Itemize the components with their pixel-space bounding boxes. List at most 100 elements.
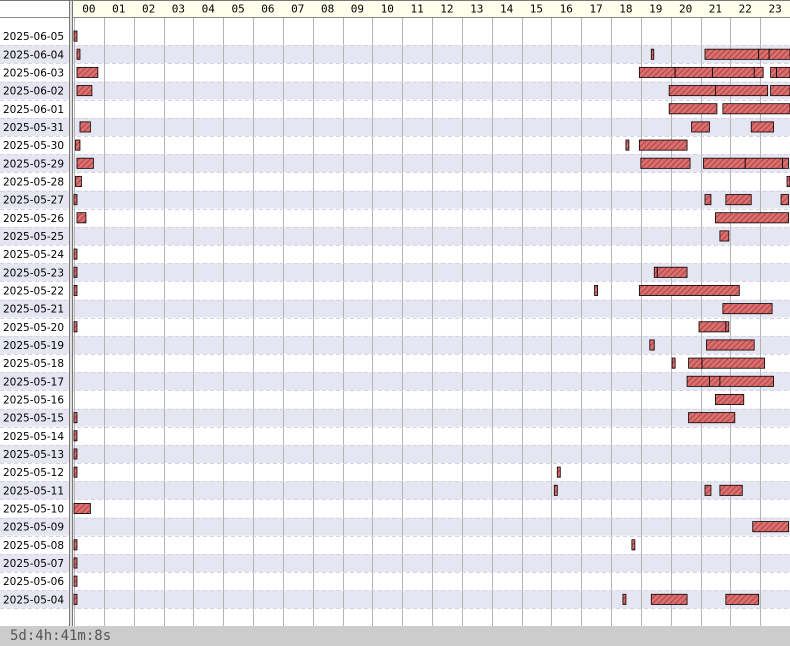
interval-bar (704, 48, 760, 60)
date-label: 2025-05-29 (3, 158, 64, 170)
date-label: 2025-05-17 (3, 376, 64, 388)
interval-bar (73, 593, 78, 605)
interval-bar (73, 466, 78, 478)
interval-bar (725, 593, 760, 605)
interval-bar (631, 539, 636, 551)
hour-tick-label: 05 (231, 3, 244, 16)
interval-bar (79, 121, 91, 133)
date-label: 2025-05-16 (3, 394, 64, 406)
interval-bar (715, 393, 745, 405)
interval-bar (744, 157, 783, 169)
interval-bar (653, 266, 658, 278)
date-label: 2025-06-02 (3, 86, 64, 98)
interval-bar (753, 66, 764, 78)
hour-tick-label: 23 (768, 3, 781, 16)
interval-bar (712, 66, 755, 78)
interval-bar (622, 593, 627, 605)
hour-tick-label: 03 (172, 3, 185, 16)
interval-bar (770, 66, 777, 78)
interval-bar (75, 139, 81, 151)
interval-bar (782, 157, 789, 169)
date-label: 2025-05-23 (3, 267, 64, 279)
interval-bar (73, 30, 78, 42)
interval-bar (703, 157, 746, 169)
hour-tick-label: 19 (649, 3, 662, 16)
date-label: 2025-05-31 (3, 122, 64, 134)
hour-tick-label: 15 (530, 3, 543, 16)
date-label: 2025-06-01 (3, 104, 64, 116)
date-label: 2025-05-12 (3, 467, 64, 479)
date-label: 2025-05-10 (3, 504, 64, 516)
date-label: 2025-05-25 (3, 231, 64, 243)
hour-tick-label: 01 (112, 3, 125, 16)
interval-bar (73, 194, 78, 206)
interval-bar (719, 230, 730, 242)
date-label: 2025-05-21 (3, 304, 64, 316)
interval-bar (691, 121, 710, 133)
date-label: 2025-06-03 (3, 67, 64, 79)
interval-bar (722, 103, 790, 115)
date-label: 2025-05-28 (3, 176, 64, 188)
interval-bar (640, 157, 691, 169)
interval-bar (638, 66, 676, 78)
date-label: 2025-05-30 (3, 140, 64, 152)
interval-bar (768, 48, 790, 60)
interval-bar (722, 303, 773, 315)
interval-bar (780, 194, 789, 206)
date-label: 2025-05-22 (3, 285, 64, 297)
hour-tick-label: 10 (381, 3, 394, 16)
interval-bar (556, 466, 561, 478)
interval-bar (750, 121, 774, 133)
interval-bar (674, 66, 713, 78)
timeline-chart: 00 01 02 03 04 05 06 07 08 09 10 11 12 13 14 15 16 17 18 19… (0, 0, 790, 626)
interval-bar (73, 248, 78, 260)
interval-bar (671, 357, 676, 369)
interval-bar (638, 139, 688, 151)
hour-tick-label: 12 (440, 3, 453, 16)
interval-bar (698, 321, 727, 333)
interval-bar (73, 539, 78, 551)
hour-tick-label: 14 (500, 3, 514, 16)
interval-bar (73, 575, 78, 587)
interval-bar (650, 593, 688, 605)
interval-bar (758, 48, 770, 60)
hour-tick-label: 08 (321, 3, 334, 16)
interval-bar (73, 284, 78, 296)
hour-tick-label: 02 (142, 3, 155, 16)
label-column-gutter (70, 0, 72, 626)
date-label: 2025-05-18 (3, 358, 64, 370)
interval-bar (73, 266, 78, 278)
interval-bar (706, 339, 755, 351)
interval-bar (704, 484, 712, 496)
date-label: 2025-05-19 (3, 340, 64, 352)
interval-bar (668, 85, 716, 97)
hour-tick-label: 20 (679, 3, 692, 16)
interval-bar (719, 375, 774, 387)
interval-bar (638, 284, 740, 296)
interval-bar (650, 48, 655, 60)
interval-bar (688, 357, 703, 369)
hour-tick-label: 11 (410, 3, 423, 16)
interval-bar (715, 85, 769, 97)
interval-bar (76, 48, 81, 60)
interval-bar (76, 85, 93, 97)
hour-tick-label: 21 (709, 3, 722, 16)
interval-bar (76, 212, 87, 224)
interval-bar (668, 103, 718, 115)
interval-bar (553, 484, 558, 496)
date-label: 2025-05-08 (3, 540, 64, 552)
date-label: 2025-05-13 (3, 449, 64, 461)
interval-bar (73, 503, 91, 514)
interval-bar (701, 357, 766, 369)
interval-bar (776, 66, 790, 78)
interval-bar (73, 412, 78, 424)
interval-bar (715, 212, 789, 224)
interval-bar (73, 430, 78, 442)
date-label: 2025-05-06 (3, 576, 64, 588)
interval-bar (76, 66, 99, 78)
interval-bar (656, 266, 688, 278)
hour-tick-label: 13 (470, 3, 483, 16)
interval-bar (719, 484, 743, 496)
interval-bar (752, 521, 789, 533)
interval-bar (73, 557, 78, 569)
